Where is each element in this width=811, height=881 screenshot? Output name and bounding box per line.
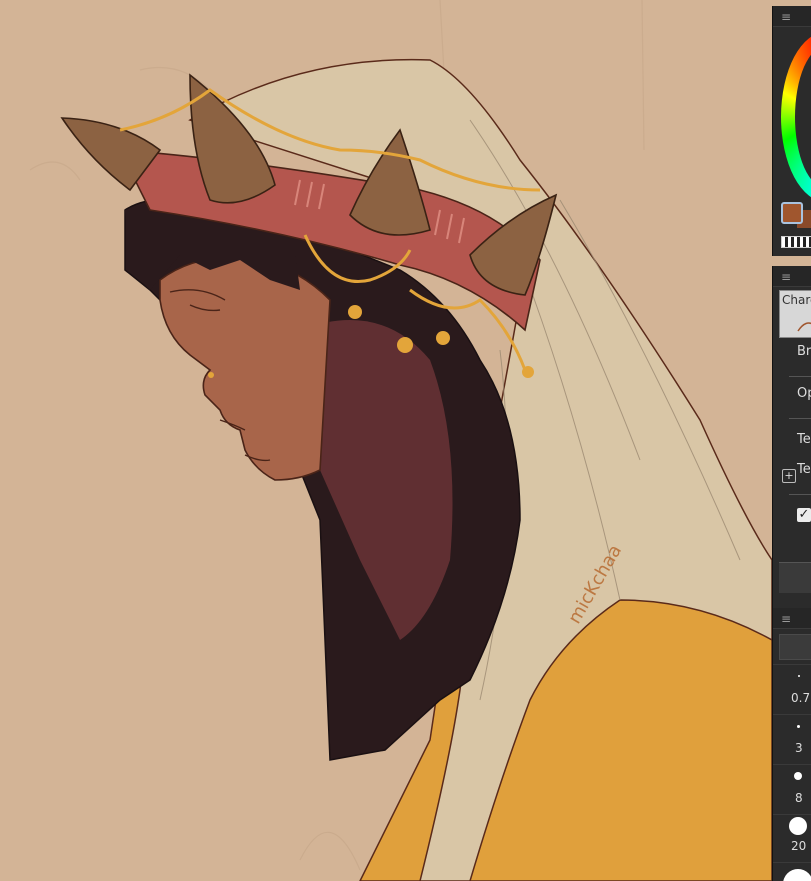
stroke-preview-icon (797, 322, 811, 332)
anti-alias-checkbox[interactable]: ✓ (797, 508, 811, 522)
brush-size-value: 20 (791, 839, 807, 853)
panel-menu-icon[interactable]: ≡ (781, 270, 795, 284)
divider (789, 376, 811, 377)
brush-size-value: 0.7 (791, 691, 811, 705)
brush-size-preset-20[interactable]: 20 (773, 814, 811, 863)
color-wheel-panel: ≡ (772, 6, 811, 256)
nose-ring (208, 372, 214, 378)
artwork: micKchaa (29, 0, 772, 881)
brush-size-value: 3 (795, 741, 803, 755)
tool-settings-button[interactable] (779, 562, 811, 593)
expand-plus-icon[interactable]: + (782, 469, 796, 483)
drawing-canvas[interactable]: micKchaa (0, 0, 772, 881)
main-color-swatch[interactable] (781, 202, 803, 224)
brush-dot-icon (794, 772, 802, 780)
divider (789, 494, 811, 495)
brush-size-preset-0-7[interactable]: 0.7 (773, 664, 811, 713)
brush-size-preset-8[interactable]: 8 (773, 764, 811, 813)
face-shape (159, 256, 331, 481)
texture-label: Te (797, 432, 811, 447)
brush-size-preset-3[interactable]: 3 (773, 714, 811, 763)
tool-property-panel: ≡ Charcoal Br Op Te + Te ✓ (772, 266, 811, 624)
brush-dot-icon (797, 725, 800, 728)
panel-menu-icon[interactable]: ≡ (781, 10, 795, 24)
brush-size-panel: ≡ 0.7 3 8 20 (772, 608, 811, 881)
brush-size-slider[interactable] (779, 634, 811, 660)
opacity-label: Op (797, 386, 811, 401)
transparent-color-swatch[interactable] (781, 236, 811, 248)
tool-name: Charcoal (782, 293, 811, 307)
brush-size-preset-next[interactable] (773, 862, 811, 881)
panel-menu-icon[interactable]: ≡ (781, 612, 795, 626)
texture-density-label: Te (797, 462, 811, 477)
brush-size-value: 8 (795, 791, 803, 805)
tool-name-box[interactable]: Charcoal (779, 290, 811, 338)
color-wheel[interactable] (781, 32, 811, 202)
brush-dot-icon (798, 675, 800, 677)
brush-dot-icon (783, 869, 811, 881)
brush-size-label: Br (797, 344, 811, 359)
divider (789, 418, 811, 419)
brush-dot-icon (789, 817, 807, 835)
